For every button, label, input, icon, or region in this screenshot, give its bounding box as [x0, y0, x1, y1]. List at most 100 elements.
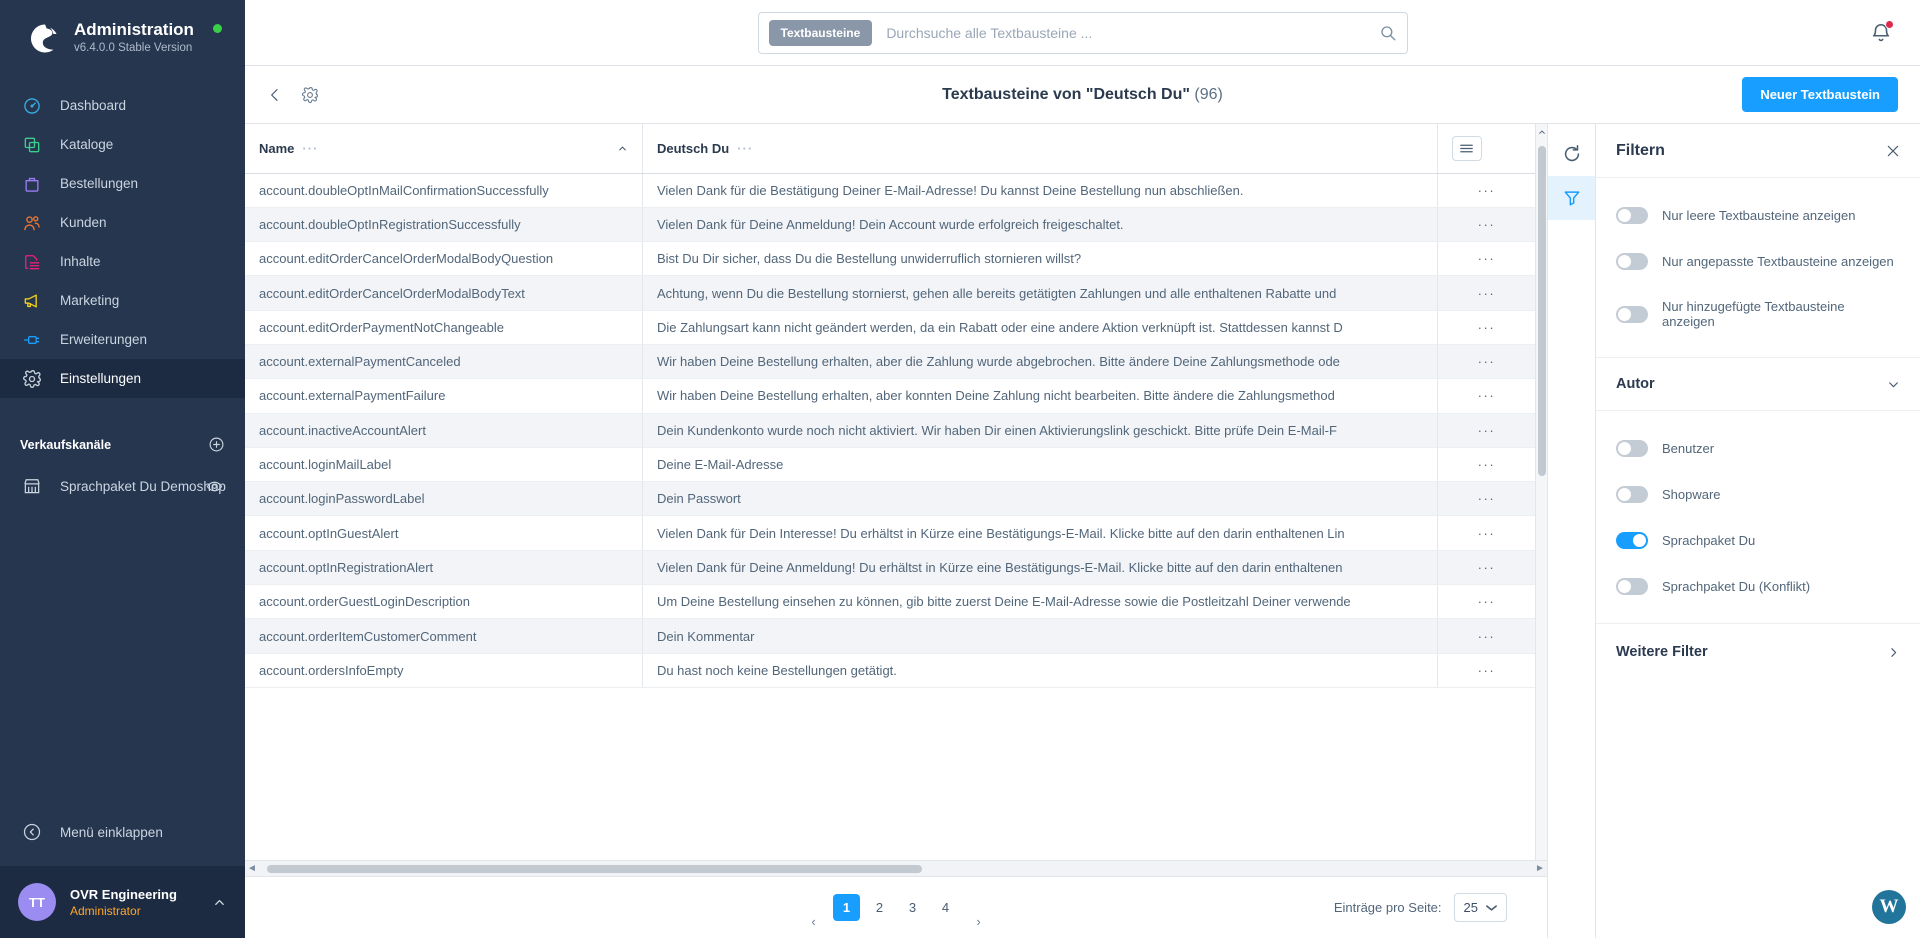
column-menu-icon[interactable]: ··· [737, 141, 753, 156]
sidebar-item-inhalte[interactable]: Inhalte [0, 242, 245, 281]
row-actions-button[interactable]: ··· [1436, 653, 1535, 688]
column-header-name[interactable]: Name ··· [245, 124, 643, 174]
toggle-author-benutzer[interactable] [1616, 440, 1648, 457]
toggle-added-snippets[interactable] [1616, 305, 1648, 323]
table-row[interactable]: account.externalPaymentFailure Wir haben … [245, 378, 1535, 414]
grid-vertical-scrollbar[interactable] [1535, 124, 1547, 860]
row-actions-button[interactable]: ··· [1436, 481, 1535, 517]
row-actions-button[interactable]: ··· [1436, 207, 1535, 243]
scroll-thumb[interactable] [1538, 146, 1546, 476]
close-icon[interactable] [1886, 144, 1900, 158]
table-row[interactable]: account.externalPaymentCanceled Wir haben… [245, 344, 1535, 380]
table-row[interactable]: account.editOrderPaymentNotChangeable Die… [245, 310, 1535, 345]
scroll-left-arrow-icon[interactable]: ◄ [245, 863, 259, 874]
table-row[interactable]: account.ordersInfoEmpty Du hast noch kein… [245, 653, 1535, 688]
search-scope-pill[interactable]: Textbausteine [768, 19, 873, 46]
notifications-button[interactable] [1870, 20, 1894, 49]
filter-row-customized-snippets[interactable]: Nur angepasste Textbausteine anzeigen [1616, 244, 1900, 290]
toggle-author-shopware[interactable] [1616, 486, 1648, 503]
back-chevron-icon[interactable] [267, 87, 283, 103]
toggle-empty-snippets[interactable] [1616, 207, 1648, 224]
sidebar-item-sales-channel[interactable]: Sprachpaket Du Demoshop [0, 467, 245, 505]
sidebar-item-dashboard[interactable]: Dashboard [0, 86, 245, 125]
sidebar-item-bestellungen[interactable]: Bestellungen [0, 164, 245, 203]
row-actions-button[interactable]: ··· [1436, 550, 1535, 586]
row-actions-button[interactable]: ··· [1436, 173, 1535, 208]
page-button-1[interactable]: 1 [833, 894, 860, 921]
page-button-3[interactable]: 3 [899, 894, 926, 921]
row-actions-button[interactable]: ··· [1436, 275, 1535, 311]
filter-row-added-snippets[interactable]: Nur hinzugefügte Textbausteine anzeigen [1616, 290, 1900, 349]
sort-asc-caret-icon[interactable] [617, 143, 628, 154]
cell-name: account.orderGuestLoginDescription [245, 584, 643, 620]
row-actions-button[interactable]: ··· [1436, 447, 1535, 483]
table-row[interactable]: account.optInRegistrationAlert Vielen Dan… [245, 550, 1535, 586]
filter-group-author-header[interactable]: Autor [1596, 358, 1920, 411]
toggle-author-sprachpaket-du-konflikt[interactable] [1616, 578, 1648, 595]
cell-value: Bist Du Dir sicher, dass Du die Bestellu… [642, 241, 1438, 277]
row-actions-button[interactable]: ··· [1436, 378, 1535, 414]
page-prev-button[interactable]: ‹ [800, 908, 827, 935]
toggle-author-sprachpaket-du[interactable] [1616, 532, 1648, 549]
table-row[interactable]: account.editOrderCancelOrderModalBodyTex… [245, 275, 1535, 311]
refresh-button[interactable] [1548, 132, 1596, 176]
user-bar[interactable]: TT OVR Engineering Administrator [0, 866, 245, 938]
filter-row-author-sprachpaket-du[interactable]: Sprachpaket Du [1616, 523, 1900, 569]
cell-value: Vielen Dank für die Bestätigung Deiner E… [642, 173, 1438, 208]
sidebar-item-erweiterungen[interactable]: Erweiterungen [0, 320, 245, 359]
sidebar-item-kataloge[interactable]: Kataloge [0, 125, 245, 164]
column-menu-icon[interactable]: ··· [302, 141, 318, 156]
table-row[interactable]: account.optInGuestAlert Vielen Dank für D… [245, 515, 1535, 551]
toggle-customized-snippets[interactable] [1616, 253, 1648, 270]
table-row[interactable]: account.loginMailLabel Deine E-Mail-Adres… [245, 447, 1535, 483]
column-settings-button[interactable] [1451, 135, 1482, 161]
collapse-menu-button[interactable]: Menü einklappen [0, 812, 245, 852]
search-icon[interactable] [1379, 24, 1397, 42]
filter-row-author-sprachpaket-du-konflikt[interactable]: Sprachpaket Du (Konflikt) [1616, 569, 1900, 615]
table-row[interactable]: account.editOrderCancelOrderModalBodyQue… [245, 241, 1535, 277]
filter-row-author-benutzer[interactable]: Benutzer [1616, 431, 1900, 477]
sidebar-item-label: Einstellungen [60, 371, 142, 386]
sidebar-item-einstellungen[interactable]: Einstellungen [0, 359, 245, 398]
eye-icon[interactable] [206, 478, 223, 495]
row-actions-button[interactable]: ··· [1436, 618, 1535, 654]
settings-gear-icon[interactable] [301, 86, 319, 104]
filter-row-empty-snippets[interactable]: Nur leere Textbausteine anzeigen [1616, 198, 1900, 244]
scroll-track[interactable] [259, 864, 1533, 873]
wordpress-badge-icon[interactable]: W [1872, 890, 1906, 924]
new-snippet-button[interactable]: Neuer Textbaustein [1742, 77, 1898, 112]
cell-value: Dein Kommentar [642, 618, 1438, 654]
table-row[interactable]: account.doubleOptInMailConfirmationSucce… [245, 173, 1535, 208]
filter-label: Nur hinzugefügte Textbausteine anzeigen [1662, 299, 1845, 329]
table-row[interactable]: account.doubleOptInRegistrationSuccessfu… [245, 207, 1535, 243]
column-header-deutsch-du[interactable]: Deutsch Du ··· [642, 124, 1438, 174]
sidebar-item-kunden[interactable]: Kunden [0, 203, 245, 242]
row-actions-button[interactable]: ··· [1436, 584, 1535, 620]
scroll-up-arrow-icon[interactable] [1538, 128, 1546, 136]
add-sales-channel-icon[interactable] [208, 436, 225, 453]
filter-toggle-button[interactable] [1548, 176, 1596, 220]
row-actions-button[interactable]: ··· [1436, 515, 1535, 551]
page-next-button[interactable]: › [965, 908, 992, 935]
row-actions-button[interactable]: ··· [1436, 310, 1535, 345]
sidebar-item-marketing[interactable]: Marketing [0, 281, 245, 320]
chevron-up-icon[interactable] [212, 895, 227, 910]
more-filters-button[interactable]: Weitere Filter [1596, 623, 1920, 680]
table-row[interactable]: account.loginPasswordLabel Dein Passwort ·… [245, 481, 1535, 517]
scroll-right-arrow-icon[interactable]: ► [1533, 863, 1547, 874]
cell-value: Wir haben Deine Bestellung erhalten, abe… [642, 378, 1438, 414]
page-button-4[interactable]: 4 [932, 894, 959, 921]
search-input[interactable] [886, 24, 1379, 41]
row-actions-button[interactable]: ··· [1436, 413, 1535, 448]
table-row[interactable]: account.inactiveAccountAlert Dein Kundenk… [245, 413, 1535, 448]
table-row[interactable]: account.orderItemCustomerComment Dein Kom… [245, 618, 1535, 654]
global-search[interactable]: Textbausteine [757, 11, 1408, 54]
row-actions-button[interactable]: ··· [1436, 241, 1535, 277]
row-actions-button[interactable]: ··· [1436, 344, 1535, 380]
grid-horizontal-scrollbar[interactable]: ◄ ► [245, 860, 1547, 876]
per-page-select[interactable]: 25 [1453, 893, 1507, 922]
table-row[interactable]: account.orderGuestLoginDescription Um Dei… [245, 584, 1535, 620]
page-button-2[interactable]: 2 [866, 894, 893, 921]
filter-row-author-shopware[interactable]: Shopware [1616, 477, 1900, 523]
scroll-thumb[interactable] [267, 864, 922, 873]
